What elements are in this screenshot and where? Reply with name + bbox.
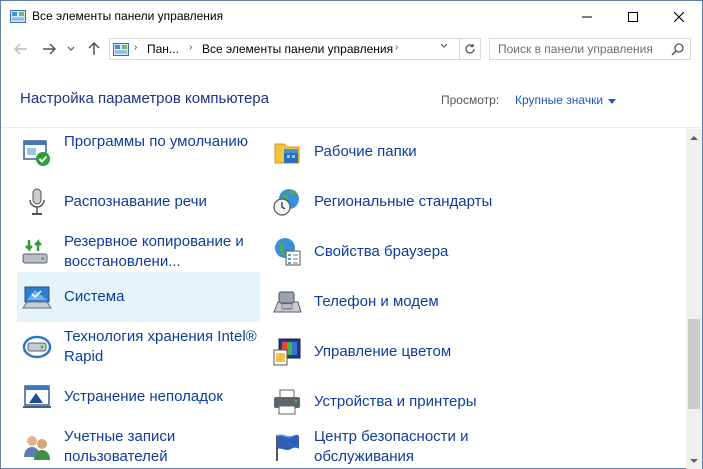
minimize-icon [582,16,592,17]
search-input[interactable] [490,39,666,59]
item-user-accounts[interactable]: Учетные записи пользователей [17,422,260,469]
maximize-icon [628,11,638,22]
item-label[interactable]: Технология хранения Intel® Rapid [64,327,264,367]
item-label[interactable]: Рабочие папки [314,142,417,162]
work-folders-icon [274,143,300,164]
item-internet-options[interactable]: Свойства браузера [267,227,510,277]
item-label[interactable]: Свойства браузера [314,242,448,262]
page-title: Настройка параметров компьютера [20,90,269,107]
view-by-dropdown[interactable]: Крупные значки [515,93,617,107]
refresh-icon [464,44,475,54]
item-devices-printers[interactable]: Устройства и принтеры [267,377,510,427]
item-security-maintenance[interactable]: Центр безопасности и обслуживания [267,422,510,469]
arrow-up-icon [88,42,100,55]
recent-locations-button[interactable] [64,38,78,60]
vertical-scrollbar[interactable] [686,129,702,469]
refresh-button[interactable] [459,39,479,59]
control-panel-icon [10,10,26,23]
breadcrumb-item[interactable]: Пан... [147,42,179,56]
view-by-label: Просмотр: [441,93,500,107]
scroll-up-icon [690,135,698,140]
intel-rapid-storage-icon [22,335,52,359]
item-label[interactable]: Резервное копирование и восстановлени... [64,232,264,272]
item-default-programs[interactable]: Программы по умолчанию [17,129,260,177]
breadcrumb-item[interactable]: Все элементы панели управления [202,42,393,56]
item-label[interactable]: Телефон и модем [314,292,439,312]
view-by-value[interactable]: Крупные значки [515,93,603,107]
color-management-icon [273,338,301,366]
microphone-icon [29,188,45,215]
item-color-management[interactable]: Управление цветом [267,327,510,377]
scroll-down-button[interactable] [686,453,702,469]
item-label[interactable]: Устройства и принтеры [314,392,476,412]
troubleshooting-icon [23,385,51,408]
window-title: Все элементы панели управления [32,9,224,23]
breadcrumb-separator-icon[interactable]: › [134,42,137,53]
scroll-down-icon [690,458,698,463]
back-button[interactable] [11,38,31,60]
search-box[interactable] [489,38,691,60]
arrow-left-icon [14,43,27,55]
chevron-down-icon [440,43,448,48]
arrow-right-icon [43,43,56,55]
caret-down-icon[interactable] [608,98,617,104]
internet-options-icon [275,238,301,266]
item-backup-restore[interactable]: Резервное копирование и восстановлени... [17,227,260,277]
item-label[interactable]: Управление цветом [314,342,451,362]
scroll-up-button[interactable] [686,129,702,145]
minimize-button[interactable] [564,1,610,32]
forward-button[interactable] [39,38,59,60]
item-label[interactable]: Система [64,287,124,307]
item-label[interactable]: Устранение неполадок [64,387,223,407]
item-region[interactable]: Региональные стандарты [267,177,510,227]
item-label[interactable]: Региональные стандарты [314,192,492,212]
item-work-folders[interactable]: Рабочие папки [267,129,510,177]
breadcrumb-separator-icon[interactable]: › [189,42,192,53]
default-programs-icon [23,140,50,166]
close-icon [674,11,684,22]
item-label[interactable]: Учетные записи пользователей [64,427,264,467]
content-header: Настройка параметров компьютера Просмотр… [1,66,702,128]
system-monitor-icon [22,286,52,309]
address-history-button[interactable] [437,39,451,53]
items-grid: Программы по умолчанию Распознавание реч… [1,129,686,469]
close-button[interactable] [656,1,702,32]
up-button[interactable] [84,38,104,60]
item-label[interactable]: Программы по умолчанию [64,132,264,152]
item-phone-modem[interactable]: Телефон и модем [267,277,510,327]
control-panel-icon [113,43,129,56]
navigation-bar: › Пан... › Все элементы панели управлени… [1,32,702,66]
item-system[interactable]: Система [17,272,260,322]
phone-modem-icon [273,291,302,313]
scrollbar-thumb[interactable] [688,319,700,409]
item-speech-recognition[interactable]: Распознавание речи [17,177,260,227]
user-accounts-icon [24,436,50,460]
control-panel-window: Все элементы панели управления › Пан... … [0,0,703,469]
item-troubleshooting[interactable]: Устранение неполадок [17,372,260,422]
maximize-button[interactable] [610,1,656,32]
item-label[interactable]: Центр безопасности и обслуживания [314,427,514,467]
item-intel-rapid-storage[interactable]: Технология хранения Intel® Rapid [17,322,260,372]
search-icon[interactable] [671,42,685,56]
printer-icon [274,389,300,415]
title-bar[interactable]: Все элементы панели управления [1,1,702,32]
chevron-down-icon [67,46,75,51]
item-label[interactable]: Распознавание речи [64,192,207,212]
breadcrumb-separator-icon[interactable]: › [395,42,398,53]
address-bar[interactable]: › Пан... › Все элементы панели управлени… [109,38,481,60]
globe-clock-icon [273,189,299,216]
security-flag-icon [276,434,299,461]
backup-restore-icon [22,238,48,264]
